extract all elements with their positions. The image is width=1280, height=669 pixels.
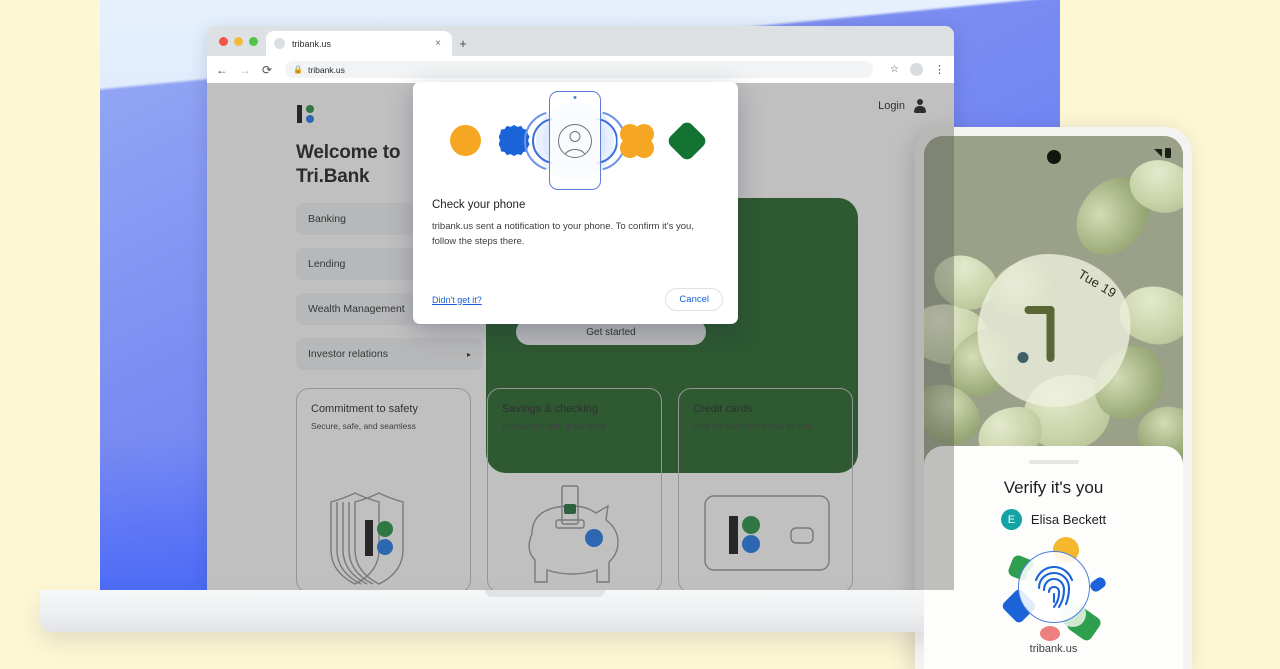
orange-circle-icon xyxy=(449,125,481,156)
cancel-button[interactable]: Cancel xyxy=(665,288,723,311)
welcome-line-2: Tri.Bank xyxy=(296,165,370,187)
person-icon xyxy=(913,99,926,113)
clock-accent-dot xyxy=(1017,352,1028,363)
piggy-bank-icon xyxy=(528,485,619,583)
orange-clover-icon xyxy=(619,123,654,158)
credit-card-icon xyxy=(704,495,830,571)
front-camera-icon xyxy=(1046,150,1061,164)
dialog-description: tribank.us sent a notification to your p… xyxy=(432,221,694,247)
sheet-drag-handle[interactable] xyxy=(1028,460,1079,464)
browser-tab[interactable]: tribank.us × xyxy=(266,31,452,56)
welcome-line-1: Welcome to xyxy=(296,142,401,163)
feature-card-safety[interactable]: Commitment to safety Secure, safe, and s… xyxy=(296,388,471,590)
sidebar-item-investor-relations[interactable]: Investor relations ▸ xyxy=(296,338,483,370)
dialog-actions: Didn't get it? Cancel xyxy=(413,288,738,324)
feature-card-list: Commitment to safety Secure, safe, and s… xyxy=(296,388,853,590)
shield-stack-icon xyxy=(330,492,404,585)
card-title: Credit cards xyxy=(693,403,753,415)
notification-account: E Elisa Beckett xyxy=(924,509,1183,530)
logo-bar xyxy=(297,105,302,123)
zoom-window-button[interactable] xyxy=(249,36,258,46)
tab-title: tribank.us xyxy=(292,38,332,49)
window-controls xyxy=(217,26,266,56)
dialog-body: Check your phone tribank.us sent a notif… xyxy=(413,199,738,249)
card-subtitle: Convenient with great rates xyxy=(502,421,606,431)
card-subtitle: Secure, safe, and seamless xyxy=(311,421,416,431)
green-diamond-icon xyxy=(665,119,708,162)
phone-camera-dot xyxy=(573,96,576,99)
bookmark-star-icon[interactable]: ☆ xyxy=(890,64,899,75)
url-text: tribank.us xyxy=(308,64,345,75)
close-icon[interactable]: × xyxy=(432,38,444,49)
close-window-button[interactable] xyxy=(219,36,228,46)
lock-icon: 🔒 xyxy=(293,65,304,74)
avatar: E xyxy=(1000,509,1022,530)
browser-toolbar: ← → ⟳ 🔒 tribank.us ☆ ⋮ xyxy=(207,56,954,83)
nav-label: Lending xyxy=(308,258,346,270)
chevron-right-icon: ▸ xyxy=(466,349,471,359)
notification-domain: tribank.us xyxy=(1029,643,1078,655)
logo-blue-dot xyxy=(306,115,314,123)
kebab-menu-icon[interactable]: ⋮ xyxy=(934,64,945,75)
forward-button[interactable]: → xyxy=(239,64,251,76)
card-title: Commitment to safety xyxy=(311,403,418,415)
didnt-get-it-link[interactable]: Didn't get it? xyxy=(432,295,482,305)
avatar-head xyxy=(569,130,580,142)
clock-minute-hand xyxy=(1046,306,1054,362)
back-button[interactable]: ← xyxy=(216,64,228,76)
dialog-illustration xyxy=(413,82,738,199)
feature-card-credit[interactable]: Credit cards Find the card that works fo… xyxy=(678,388,853,590)
phone-status-bar xyxy=(1154,148,1171,158)
avatar-icon xyxy=(557,123,592,158)
card-subtitle: Find the card that works for you xyxy=(693,421,813,431)
login-control[interactable]: Login xyxy=(878,99,926,113)
new-tab-button[interactable]: + xyxy=(452,31,474,56)
browser-tab-strip: tribank.us × + xyxy=(207,26,954,56)
phone-screen: Tue 19 Verify it's you E Elisa Beckett t… xyxy=(924,136,1183,669)
page-title: Welcome to Tri.Bank xyxy=(296,141,400,189)
account-name: Elisa Beckett xyxy=(1030,512,1107,527)
notification-title: Verify it's you xyxy=(1003,478,1104,497)
dialog-title: Check your phone xyxy=(432,199,526,211)
phone-device: Tue 19 Verify it's you E Elisa Beckett t… xyxy=(915,127,1192,669)
fingerprint-icon xyxy=(1017,551,1090,623)
toolbar-actions: ☆ ⋮ xyxy=(884,63,945,76)
phone-with-avatar-icon xyxy=(523,91,626,190)
login-label: Login xyxy=(878,100,905,112)
minimize-window-button[interactable] xyxy=(234,36,243,46)
laptop-trackpad-notch xyxy=(485,590,605,597)
globe-icon xyxy=(274,38,285,49)
signal-icon xyxy=(1154,149,1162,157)
verify-notification-sheet: Verify it's you E Elisa Beckett tribank.… xyxy=(924,446,1183,669)
reload-icon[interactable]: ⟳ xyxy=(262,64,272,76)
confetti-blue-chip xyxy=(1087,575,1108,594)
tribank-logo xyxy=(297,104,321,124)
avatar-body xyxy=(563,148,586,157)
nav-label: Banking xyxy=(308,213,346,225)
confetti-red-blob xyxy=(1039,626,1060,641)
nav-label: Wealth Management xyxy=(308,303,405,315)
feature-card-savings[interactable]: Savings & checking Convenient with great… xyxy=(487,388,662,590)
logo-green-dot xyxy=(306,105,314,113)
fingerprint-illustration[interactable] xyxy=(1000,537,1108,643)
nav-label: Investor relations xyxy=(308,348,388,360)
card-title: Savings & checking xyxy=(502,403,598,415)
clock-widget[interactable]: Tue 19 xyxy=(977,254,1130,407)
laptop-base xyxy=(40,590,1050,632)
address-bar[interactable]: 🔒 tribank.us xyxy=(285,61,874,78)
profile-avatar-icon[interactable] xyxy=(910,63,923,76)
check-your-phone-dialog: Check your phone tribank.us sent a notif… xyxy=(413,82,738,324)
battery-icon xyxy=(1165,148,1171,158)
